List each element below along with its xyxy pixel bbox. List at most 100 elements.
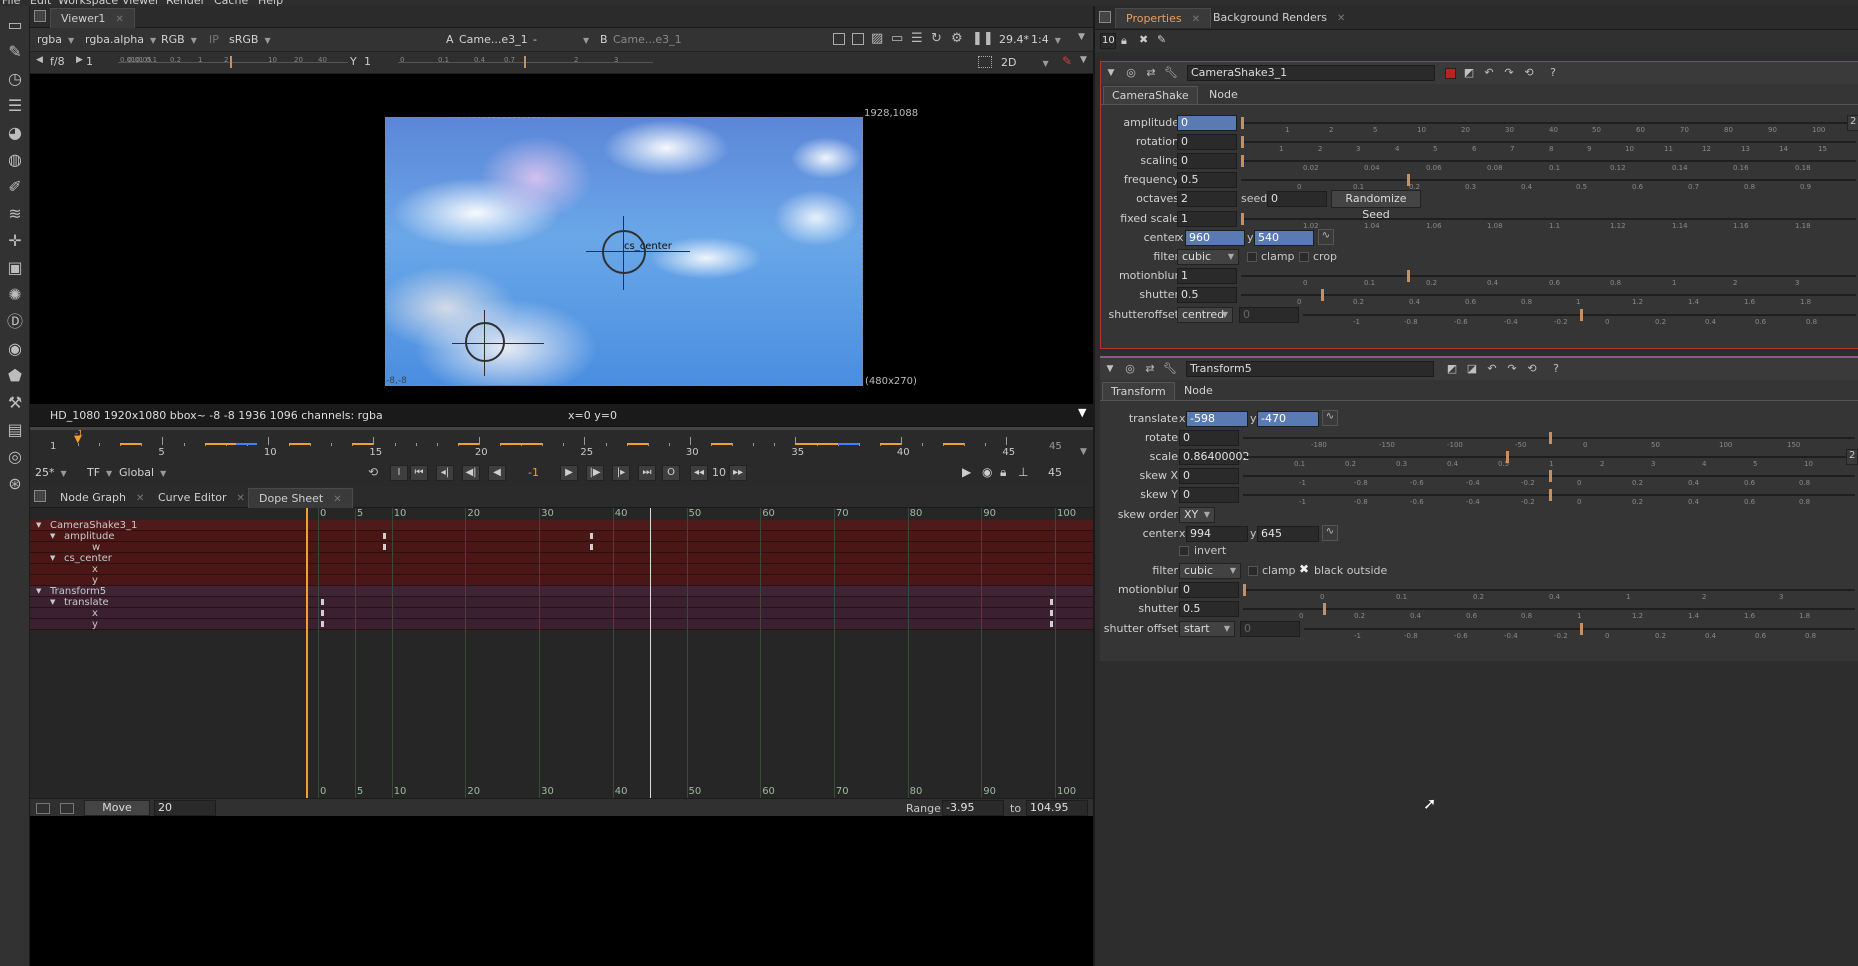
- shutter-field[interactable]: 0.5: [1177, 287, 1237, 303]
- keyframe-marker[interactable]: [1050, 610, 1054, 616]
- ip-button[interactable]: IP: [206, 31, 224, 49]
- pause-icon[interactable]: ❚❚: [972, 31, 994, 46]
- value-slider[interactable]: 0.1 0.2 0.3 0.4 0.5 1 2 3 4 5 10: [1243, 449, 1855, 468]
- keyframe-marker[interactable]: [589, 544, 593, 550]
- shutter-field[interactable]: 0.5: [1179, 601, 1239, 617]
- lock-icon[interactable]: 🔒︎: [1121, 34, 1127, 48]
- step-forward-button[interactable]: ▸▸: [729, 465, 747, 481]
- value-slider[interactable]: 0 0.1 0.2 0.4 0.6 0.8 1 2 3: [1241, 268, 1856, 287]
- expand-arrow-icon[interactable]: ▼: [50, 553, 55, 564]
- collapse-icon[interactable]: ▼: [1103, 65, 1119, 81]
- dope-sheet-grid[interactable]: 0 0 5 5 10 10 20 20 30 30 40 40 50 50 60 60 70 70 80 80 90 90…: [285, 508, 1093, 798]
- viewer-toggle-icon[interactable]: ◎: [1123, 65, 1139, 81]
- gain-field[interactable]: 1: [86, 55, 93, 68]
- pane-menu-icon[interactable]: [34, 490, 46, 502]
- tab-transform[interactable]: Transform: [1102, 382, 1175, 400]
- range-to-field[interactable]: 104.95: [1026, 800, 1088, 816]
- refresh-icon[interactable]: ↻: [931, 31, 942, 46]
- info-toggle-icon[interactable]: ▼: [1078, 406, 1086, 419]
- value-slider[interactable]: 0 0.2 0.4 0.6 0.8 1 1.2 1.4 1.6 1.8: [1243, 601, 1855, 620]
- tab-node-graph[interactable]: Node Graph ✕: [50, 488, 154, 508]
- in-point-button[interactable]: I: [390, 465, 408, 481]
- tab-node[interactable]: Node: [1176, 382, 1221, 400]
- next-keyframe-button[interactable]: |▸: [612, 465, 630, 481]
- skew-y-field[interactable]: 0: [1179, 487, 1239, 503]
- curve-icon[interactable]: ∿: [1322, 525, 1338, 541]
- transform-name-field[interactable]: Transform5: [1186, 361, 1434, 377]
- slider-thumb[interactable]: [1580, 309, 1583, 321]
- dope-sheet[interactable]: ▼ CameraShake3_1 ▼ amplitude w ▼ cs_center x y ▼ T…: [30, 508, 1093, 798]
- close-icon[interactable]: ✕: [1337, 13, 1345, 24]
- play-forward-button[interactable]: ▶: [560, 465, 578, 481]
- slider-thumb[interactable]: [1241, 155, 1244, 167]
- center-x-field[interactable]: 994: [1186, 526, 1248, 542]
- viewer-toggle-icon[interactable]: ◎: [1122, 361, 1138, 377]
- close-icon[interactable]: ✕: [136, 493, 144, 504]
- shutteroffset-field[interactable]: 0: [1239, 307, 1299, 323]
- move-field[interactable]: 20: [154, 800, 216, 816]
- clear-panels-icon[interactable]: ✖: [1139, 33, 1148, 46]
- last-frame-button[interactable]: ⏭: [638, 465, 656, 481]
- close-icon[interactable]: ✕: [115, 14, 123, 25]
- expand-arrow-icon[interactable]: ▼: [50, 531, 55, 542]
- wipe-mode-dropdown[interactable]: - ▼: [530, 31, 592, 49]
- roi-select-icon[interactable]: [978, 56, 992, 68]
- max-panels-field[interactable]: 10: [1100, 33, 1116, 49]
- value-slider[interactable]: -1 -0.8 -0.6 -0.4 -0.2 0 0.2 0.4 0.6 0.8: [1243, 487, 1855, 506]
- slider-thumb[interactable]: [1549, 489, 1552, 501]
- transform-icon[interactable]: ✛: [3, 230, 27, 252]
- marker-icon[interactable]: ⊥: [1018, 465, 1028, 479]
- black-outside-checkbox[interactable]: ✖: [1299, 562, 1309, 576]
- tab-curve-editor[interactable]: Curve Editor ✕: [148, 488, 255, 508]
- close-icon[interactable]: ✕: [237, 493, 245, 504]
- move-button[interactable]: Move: [84, 800, 150, 816]
- value-slider[interactable]: -180 -150 -100 -50 0 50 100 150: [1243, 430, 1855, 449]
- value-slider[interactable]: 0 0.1 0.2 0.4 1 2 3: [1243, 582, 1855, 601]
- invert-checkbox[interactable]: [1179, 546, 1189, 556]
- center-x-field[interactable]: 960: [1185, 230, 1245, 246]
- undo-icon[interactable]: ↶: [1481, 65, 1497, 81]
- undo-icon[interactable]: ↶: [1484, 361, 1500, 377]
- expand-arrow-icon[interactable]: ▼: [36, 586, 41, 597]
- range-mode-dropdown[interactable]: Global ▼: [116, 464, 172, 482]
- gl-color-icon[interactable]: ◩: [1461, 65, 1477, 81]
- tab-node[interactable]: Node: [1201, 86, 1246, 104]
- gain-left-icon[interactable]: ◀: [36, 55, 43, 65]
- view-mode-dropdown[interactable]: 2D ▼: [998, 54, 1054, 72]
- revert-icon[interactable]: ⟲: [1524, 361, 1540, 377]
- lut-dropdown[interactable]: sRGB ▼: [226, 31, 286, 49]
- keyer-icon[interactable]: ✐: [3, 176, 27, 198]
- step-field[interactable]: 10: [712, 466, 726, 479]
- keyframe-marker[interactable]: [383, 544, 387, 550]
- views-icon[interactable]: ◉: [3, 338, 27, 360]
- loop-icon[interactable]: ⟲: [368, 465, 378, 479]
- value-slider[interactable]: 0.02 0.04 0.06 0.08 0.1 0.12 0.14 0.16 0.18: [1241, 153, 1856, 172]
- edit-icon[interactable]: ✎: [1157, 33, 1166, 46]
- keyframe-marker[interactable]: [320, 621, 324, 627]
- step-back-button[interactable]: ◂◂: [690, 465, 708, 481]
- record-icon[interactable]: ◉: [982, 465, 992, 479]
- curve-icon[interactable]: ∿: [1322, 410, 1338, 426]
- other-icon[interactable]: ▤: [3, 419, 27, 441]
- crop-checkbox[interactable]: [1299, 252, 1309, 262]
- curve-icon[interactable]: ∿: [1318, 229, 1334, 245]
- value-slider[interactable]: 0 0.1 0.2 0.3 0.4 0.5 0.6 0.7 0.8 0.9: [1241, 172, 1856, 191]
- expand-icon[interactable]: ▼: [1080, 55, 1087, 65]
- revert-icon[interactable]: ⟲: [1521, 65, 1537, 81]
- seed-field[interactable]: 0: [1267, 191, 1327, 207]
- 3d-icon[interactable]: ▣: [3, 257, 27, 279]
- value-slider[interactable]: 1 2 5 10 20 30 40 50 60 70 80 90 100: [1241, 115, 1856, 134]
- keyframe-marker[interactable]: [383, 533, 387, 539]
- slider-thumb[interactable]: [1241, 136, 1244, 148]
- translate-x-field[interactable]: -598: [1186, 411, 1248, 427]
- prev-keyframe-button[interactable]: ◂|: [436, 465, 454, 481]
- slider-thumb[interactable]: [1407, 270, 1410, 282]
- play-backward-button[interactable]: ◀: [488, 465, 506, 481]
- expand-arrow-icon[interactable]: ▼: [50, 597, 55, 608]
- slider-thumb[interactable]: [1580, 623, 1583, 635]
- collapse-icon[interactable]: ▼: [1102, 361, 1118, 377]
- skew-x-field[interactable]: 0: [1179, 468, 1239, 484]
- node-color-icon[interactable]: [1445, 68, 1456, 79]
- keyframe-marker[interactable]: [1050, 599, 1054, 605]
- merge-icon[interactable]: ≋: [3, 203, 27, 225]
